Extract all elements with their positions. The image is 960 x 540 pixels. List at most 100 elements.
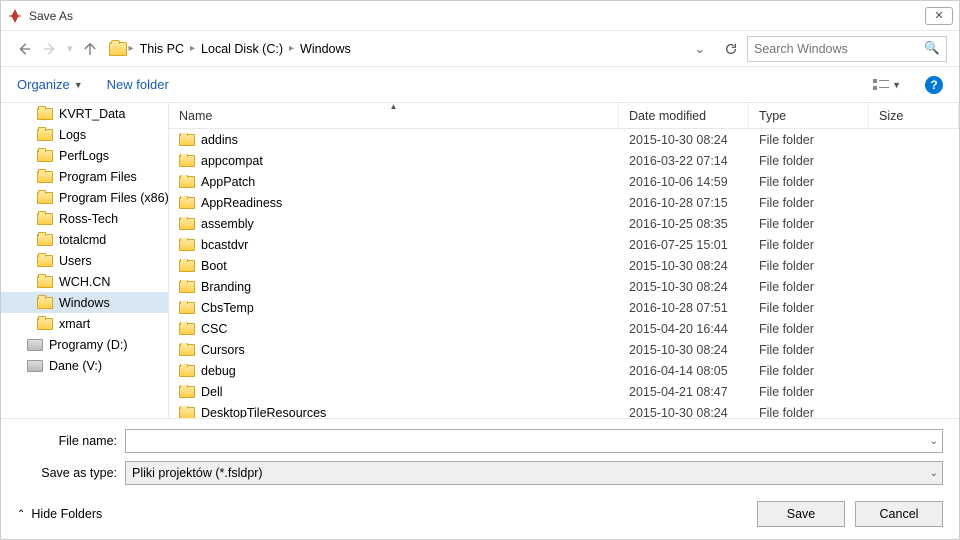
- tree-pane[interactable]: KVRT_Data Logs PerfLogs Program Files Pr…: [1, 103, 169, 418]
- row-type: File folder: [749, 175, 869, 189]
- list-header: ▲Name Date modified Type Size: [169, 103, 959, 129]
- row-date: 2016-07-25 15:01: [619, 238, 749, 252]
- column-name[interactable]: ▲Name: [169, 103, 619, 128]
- tree-item[interactable]: KVRT_Data: [1, 103, 168, 124]
- app-icon: [7, 8, 23, 24]
- tree-item[interactable]: Logs: [1, 124, 168, 145]
- close-button[interactable]: ✕: [925, 7, 953, 25]
- table-row[interactable]: appcompat2016-03-22 07:14File folder: [169, 150, 959, 171]
- chevron-right-icon[interactable]: ▸: [127, 43, 136, 54]
- row-type: File folder: [749, 385, 869, 399]
- search-box[interactable]: 🔍: [747, 36, 947, 62]
- table-row[interactable]: Branding2015-10-30 08:24File folder: [169, 276, 959, 297]
- drive-icon: [27, 339, 43, 351]
- organize-button[interactable]: Organize ▼: [17, 77, 83, 92]
- row-date: 2015-10-30 08:24: [619, 406, 749, 419]
- tree-item[interactable]: totalcmd: [1, 229, 168, 250]
- view-mode-button[interactable]: ▼: [873, 78, 901, 92]
- up-button[interactable]: [79, 38, 101, 60]
- list-body[interactable]: addins2015-10-30 08:24File folderappcomp…: [169, 129, 959, 418]
- breadcrumb-part[interactable]: Windows: [296, 42, 355, 56]
- folder-icon: [179, 407, 195, 419]
- breadcrumb[interactable]: ▸ This PC ▸ Local Disk (C:) ▸ Windows ⌄: [105, 36, 715, 62]
- row-type: File folder: [749, 322, 869, 336]
- tree-item-selected[interactable]: Windows: [1, 292, 168, 313]
- table-row[interactable]: debug2016-04-14 08:05File folder: [169, 360, 959, 381]
- tree-item[interactable]: Users: [1, 250, 168, 271]
- row-type: File folder: [749, 259, 869, 273]
- table-row[interactable]: AppPatch2016-10-06 14:59File folder: [169, 171, 959, 192]
- row-type: File folder: [749, 154, 869, 168]
- folder-icon: [179, 281, 195, 293]
- row-name: Cursors: [201, 343, 245, 357]
- row-type: File folder: [749, 343, 869, 357]
- folder-icon: [37, 129, 53, 141]
- tree-item-drive[interactable]: Dane (V:): [1, 355, 168, 376]
- chevron-right-icon[interactable]: ▸: [188, 43, 197, 54]
- cancel-button[interactable]: Cancel: [855, 501, 943, 527]
- chevron-down-icon[interactable]: ⌄: [930, 436, 938, 447]
- column-date[interactable]: Date modified: [619, 103, 749, 128]
- table-row[interactable]: DesktopTileResources2015-10-30 08:24File…: [169, 402, 959, 418]
- back-button[interactable]: [13, 38, 35, 60]
- search-input[interactable]: [754, 42, 924, 56]
- table-row[interactable]: assembly2016-10-25 08:35File folder: [169, 213, 959, 234]
- folder-icon: [37, 255, 53, 267]
- row-name: CbsTemp: [201, 301, 254, 315]
- forward-button[interactable]: [39, 38, 61, 60]
- tree-item[interactable]: Ross-Tech: [1, 208, 168, 229]
- table-row[interactable]: Boot2015-10-30 08:24File folder: [169, 255, 959, 276]
- savetype-label: Save as type:: [17, 466, 117, 480]
- refresh-button[interactable]: [719, 37, 743, 61]
- folder-icon: [37, 234, 53, 246]
- folder-icon: [37, 213, 53, 225]
- save-button[interactable]: Save: [757, 501, 845, 527]
- row-name: debug: [201, 364, 236, 378]
- history-dropdown-icon[interactable]: ▾: [67, 42, 73, 55]
- row-type: File folder: [749, 301, 869, 315]
- chevron-down-icon[interactable]: ⌄: [695, 41, 705, 56]
- hide-folders-button[interactable]: ⌃ Hide Folders: [17, 507, 102, 521]
- window-title: Save As: [29, 9, 925, 23]
- titlebar: Save As ✕: [1, 1, 959, 31]
- row-date: 2016-10-28 07:51: [619, 301, 749, 315]
- table-row[interactable]: Dell 2015-04-21 08:47File folder: [169, 381, 959, 402]
- chevron-right-icon[interactable]: ▸: [287, 43, 296, 54]
- tree-item-drive[interactable]: Programy (D:): [1, 334, 168, 355]
- row-name: AppReadiness: [201, 196, 282, 210]
- column-type[interactable]: Type: [749, 103, 869, 128]
- table-row[interactable]: CSC2015-04-20 16:44File folder: [169, 318, 959, 339]
- tree-item[interactable]: PerfLogs: [1, 145, 168, 166]
- row-date: 2015-10-30 08:24: [619, 259, 749, 273]
- folder-icon: [37, 276, 53, 288]
- row-name: assembly: [201, 217, 254, 231]
- bottom-panel: File name: ⌄ Save as type: Pliki projekt…: [1, 418, 959, 539]
- savetype-select[interactable]: Pliki projektów (*.fsldpr) ⌄: [125, 461, 943, 485]
- folder-icon: [179, 218, 195, 230]
- folder-icon: [179, 344, 195, 356]
- tree-item[interactable]: WCH.CN: [1, 271, 168, 292]
- row-date: 2015-10-30 08:24: [619, 280, 749, 294]
- tree-item[interactable]: Program Files (x86): [1, 187, 168, 208]
- row-date: 2015-04-21 08:47: [619, 385, 749, 399]
- tree-item[interactable]: xmart: [1, 313, 168, 334]
- table-row[interactable]: bcastdvr2016-07-25 15:01File folder: [169, 234, 959, 255]
- tree-item[interactable]: Program Files: [1, 166, 168, 187]
- table-row[interactable]: addins2015-10-30 08:24File folder: [169, 129, 959, 150]
- column-size[interactable]: Size: [869, 103, 959, 128]
- table-row[interactable]: Cursors2015-10-30 08:24File folder: [169, 339, 959, 360]
- breadcrumb-part[interactable]: Local Disk (C:): [197, 42, 287, 56]
- chevron-down-icon[interactable]: ⌄: [930, 468, 938, 479]
- folder-icon: [179, 323, 195, 335]
- table-row[interactable]: AppReadiness2016-10-28 07:15File folder: [169, 192, 959, 213]
- row-name: appcompat: [201, 154, 263, 168]
- folder-icon: [179, 302, 195, 314]
- new-folder-button[interactable]: New folder: [107, 77, 169, 92]
- search-icon[interactable]: 🔍: [924, 41, 940, 56]
- help-button[interactable]: ?: [925, 76, 943, 94]
- folder-icon: [37, 150, 53, 162]
- filename-input[interactable]: ⌄: [125, 429, 943, 453]
- table-row[interactable]: CbsTemp 2016-10-28 07:51File folder: [169, 297, 959, 318]
- row-name: Dell: [201, 385, 223, 399]
- breadcrumb-part[interactable]: This PC: [136, 42, 188, 56]
